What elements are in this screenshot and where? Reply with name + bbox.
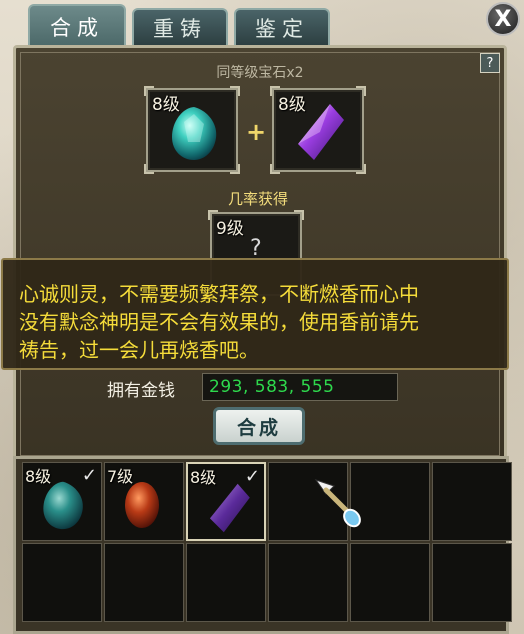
inventory-slot-empty[interactable]	[22, 543, 102, 622]
slot-level-label: 9级	[216, 219, 244, 239]
inventory-slot-filled[interactable]: 8级 ✓	[186, 462, 266, 541]
result-label: 几率获得	[227, 190, 288, 208]
synthesize-button[interactable]: 合成	[213, 407, 305, 445]
synthesis-requirement: 同等级宝石x2	[216, 65, 304, 81]
inventory-slot-filled[interactable]: 7级	[104, 462, 184, 541]
tooltip-line: 祷告，过一会儿再烧香吧。	[19, 338, 259, 362]
input-slot-1[interactable]: 8级	[144, 86, 240, 174]
tab-recast[interactable]: 重铸	[132, 8, 228, 46]
tab-appraise[interactable]: 鉴定	[234, 8, 330, 46]
slot-level-label: 8级	[278, 95, 306, 115]
money-label: 拥有金钱	[107, 381, 175, 401]
inventory-level-label: 8级	[190, 468, 217, 487]
checkmark-icon: ✓	[244, 466, 260, 487]
red-gem-icon	[120, 479, 164, 535]
inventory-level-label: 7级	[107, 467, 134, 486]
checkmark-icon: ✓	[81, 465, 97, 486]
tab-synthesize[interactable]: 合成	[28, 4, 126, 48]
close-button[interactable]: X	[486, 2, 520, 36]
warning-tooltip: 心诚则灵，不需要频繁拜祭，不断燃香而心中 没有默念神明是不会有效果的，使用香前请…	[1, 258, 509, 370]
inventory-slot-empty[interactable]	[432, 462, 512, 541]
slot-level-label: 8级	[152, 95, 180, 115]
close-icon: X	[494, 6, 512, 32]
cursor-icon	[312, 476, 362, 532]
inventory-slot-empty[interactable]	[104, 543, 184, 622]
purple-crystal-icon	[203, 480, 255, 540]
tooltip-line: 心诚则灵，不需要频繁拜祭，不断燃香而心中	[19, 282, 419, 306]
tooltip-line: 没有默念神明是不会有效果的，使用香前请先	[19, 310, 419, 334]
inventory-slot-empty[interactable]	[350, 462, 430, 541]
plus-sign: +	[246, 118, 267, 146]
inventory-level-label: 8级	[25, 467, 52, 486]
teal-gem-icon	[38, 479, 88, 535]
inventory-slot-empty[interactable]	[432, 543, 512, 622]
help-button[interactable]: ?	[480, 53, 500, 73]
help-icon: ?	[486, 55, 494, 71]
money-value: 293, 583, 555	[202, 373, 398, 401]
inventory-slot-empty[interactable]	[268, 543, 348, 622]
inventory-slot-empty[interactable]	[186, 543, 266, 622]
input-slot-2[interactable]: 8级	[270, 86, 366, 174]
inventory-slot-filled[interactable]: 8级 ✓	[22, 462, 102, 541]
inventory-slot-empty[interactable]	[350, 543, 430, 622]
